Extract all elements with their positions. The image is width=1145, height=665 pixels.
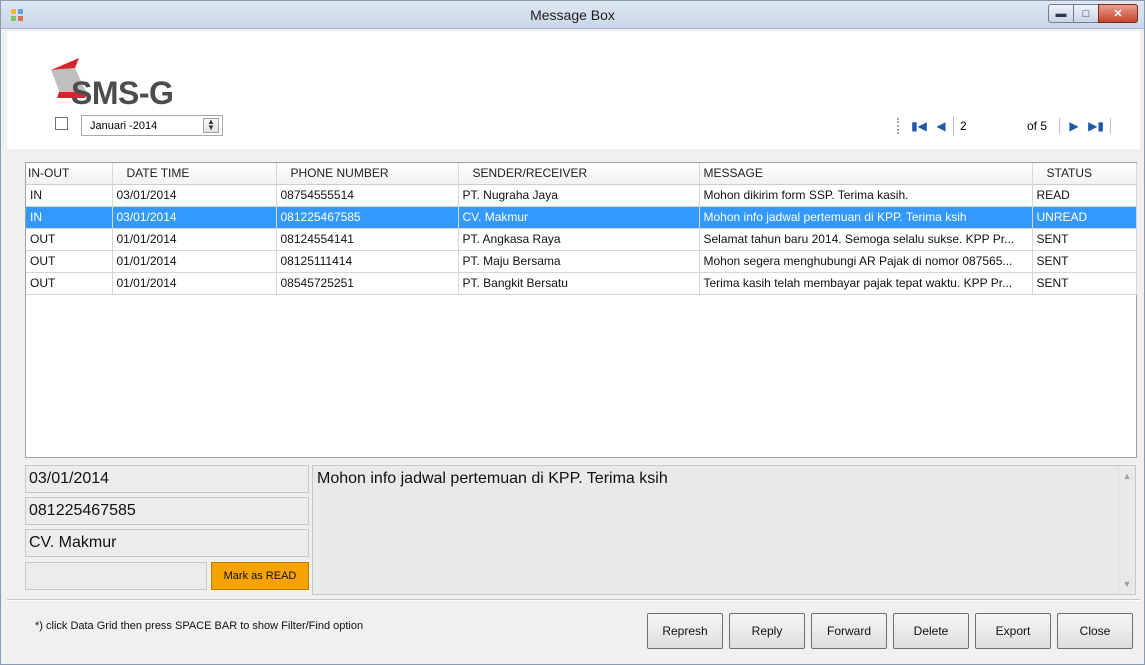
date-filter-checkbox[interactable] bbox=[55, 117, 68, 130]
cell-date-time[interactable]: 01/01/2014 bbox=[112, 250, 277, 273]
detail-panel: 03/01/2014 081225467585 CV. Makmur Mark … bbox=[25, 465, 311, 595]
first-page-icon[interactable]: ▮◀ bbox=[911, 119, 927, 133]
cell-in-out[interactable]: IN bbox=[26, 184, 113, 207]
maximize-button[interactable]: □ bbox=[1073, 4, 1099, 23]
footer-divider bbox=[7, 599, 1140, 600]
delete-button[interactable]: Delete bbox=[893, 613, 969, 649]
hint-text: *) click Data Grid then press SPACE BAR … bbox=[35, 620, 364, 632]
window-title: Message Box bbox=[530, 7, 615, 23]
message-scrollbar[interactable]: ▲ ▼ bbox=[1118, 466, 1135, 594]
last-page-icon[interactable]: ▶▮ bbox=[1088, 119, 1104, 133]
table-row[interactable]: OUT 01/01/2014 08124554141 PT. Angkasa R… bbox=[26, 228, 1137, 251]
cell-phone[interactable]: 08545725251 bbox=[276, 272, 459, 295]
cell-in-out[interactable]: OUT bbox=[26, 250, 113, 273]
minimize-icon: ▬ bbox=[1055, 7, 1067, 20]
cell-sender[interactable]: PT. Angkasa Raya bbox=[458, 228, 700, 251]
pager-separator bbox=[1110, 118, 1112, 134]
detail-empty-field[interactable] bbox=[25, 562, 207, 590]
column-header[interactable]: SENDER/RECEIVER bbox=[458, 163, 700, 185]
spin-updown-icon[interactable]: ▲ ▼ bbox=[203, 118, 219, 133]
cell-message[interactable]: Mohon info jadwal pertemuan di KPP. Teri… bbox=[699, 206, 1033, 229]
detail-phone-field[interactable]: 081225467585 bbox=[25, 497, 309, 525]
cell-sender[interactable]: CV. Makmur bbox=[458, 206, 700, 229]
header-area: SMS-G Januari -2014 ▲▼ ▮◀ ◀ of 5 ▶ ▶▮ bbox=[7, 31, 1140, 149]
refresh-button[interactable]: Represh bbox=[647, 613, 723, 649]
month-year-picker[interactable]: Januari -2014 ▲ ▼ bbox=[81, 115, 223, 136]
cell-in-out[interactable]: OUT bbox=[26, 272, 113, 295]
column-header[interactable]: PHONE NUMBER bbox=[276, 163, 459, 185]
message-text-view[interactable]: Mohon info jadwal pertemuan di KPP. Teri… bbox=[312, 465, 1136, 595]
messages-data-grid[interactable]: IN-OUT DATE TIME PHONE NUMBER SENDER/REC… bbox=[25, 162, 1137, 458]
cell-date-time[interactable]: 01/01/2014 bbox=[112, 272, 277, 295]
table-header-row: IN-OUT DATE TIME PHONE NUMBER SENDER/REC… bbox=[26, 163, 1137, 185]
cell-message[interactable]: Mohon segera menghubungi AR Pajak di nom… bbox=[699, 250, 1033, 273]
close-button[interactable]: Close bbox=[1057, 613, 1133, 649]
cell-status[interactable]: READ bbox=[1032, 184, 1137, 207]
cell-sender[interactable]: PT. Nugraha Jaya bbox=[458, 184, 700, 207]
record-navigator: ▮◀ ◀ of 5 ▶ ▶▮ bbox=[897, 113, 1137, 139]
detail-name-field[interactable]: CV. Makmur bbox=[25, 529, 309, 557]
cell-in-out[interactable]: OUT bbox=[26, 228, 113, 251]
scroll-up-icon[interactable]: ▲ bbox=[1119, 468, 1135, 484]
column-header[interactable]: IN-OUT bbox=[26, 163, 113, 185]
table-row-selected[interactable]: IN 03/01/2014 081225467585 CV. Makmur Mo… bbox=[26, 206, 1137, 229]
title-bar[interactable]: Message Box ▬ □ ✕ bbox=[1, 1, 1144, 29]
cell-sender[interactable]: PT. Bangkit Bersatu bbox=[458, 272, 700, 295]
cell-date-time[interactable]: 03/01/2014 bbox=[112, 206, 277, 229]
page-count-label: of 5 bbox=[1027, 119, 1048, 133]
maximize-icon: □ bbox=[1082, 7, 1090, 20]
column-header[interactable]: MESSAGE bbox=[699, 163, 1033, 185]
cell-status[interactable]: SENT bbox=[1032, 250, 1137, 273]
window-controls: ▬ □ ✕ bbox=[1048, 4, 1138, 23]
message-body: Mohon info jadwal pertemuan di KPP. Teri… bbox=[317, 470, 668, 487]
message-box-window: Message Box ▬ □ ✕ SMS-G Januari -2014 ▲ ▼ bbox=[0, 0, 1145, 665]
column-header[interactable]: STATUS bbox=[1032, 163, 1137, 185]
cell-message[interactable]: Terima kasih telah membayar pajak tepat … bbox=[699, 272, 1033, 295]
close-window-button[interactable]: ✕ bbox=[1098, 4, 1138, 23]
cell-phone[interactable]: 08125111414 bbox=[276, 250, 459, 273]
cell-sender[interactable]: PT. Maju Bersama bbox=[458, 250, 700, 273]
cell-phone[interactable]: 081225467585 bbox=[276, 206, 459, 229]
cell-in-out[interactable]: IN bbox=[26, 206, 113, 229]
cell-status[interactable]: SENT bbox=[1032, 272, 1137, 295]
scroll-down-icon[interactable]: ▼ bbox=[1119, 576, 1135, 592]
table-row[interactable]: OUT 01/01/2014 08125111414 PT. Maju Bers… bbox=[26, 250, 1137, 273]
cell-message[interactable]: Selamat tahun baru 2014. Semoga selalu s… bbox=[699, 228, 1033, 251]
messages-table: IN-OUT DATE TIME PHONE NUMBER SENDER/REC… bbox=[26, 163, 1137, 295]
current-page-input[interactable] bbox=[953, 116, 1023, 136]
reply-button[interactable]: Reply bbox=[729, 613, 805, 649]
toolbar-grip bbox=[897, 118, 903, 134]
column-header[interactable]: DATE TIME bbox=[112, 163, 277, 185]
cell-date-time[interactable]: 01/01/2014 bbox=[112, 228, 277, 251]
next-page-icon[interactable]: ▶ bbox=[1066, 119, 1082, 133]
cell-status[interactable]: UNREAD bbox=[1032, 206, 1137, 229]
pager-separator bbox=[1059, 118, 1061, 134]
previous-page-icon[interactable]: ◀ bbox=[933, 119, 949, 133]
detail-date-field[interactable]: 03/01/2014 bbox=[25, 465, 309, 493]
export-button[interactable]: Export bbox=[975, 613, 1051, 649]
cell-message[interactable]: Mohon dikirim form SSP. Terima kasih. bbox=[699, 184, 1033, 207]
table-row[interactable]: IN 03/01/2014 08754555514 PT. Nugraha Ja… bbox=[26, 184, 1137, 207]
logo-text: SMS-G bbox=[71, 75, 174, 111]
cell-status[interactable]: SENT bbox=[1032, 228, 1137, 251]
cell-date-time[interactable]: 03/01/2014 bbox=[112, 184, 277, 207]
table-row[interactable]: OUT 01/01/2014 08545725251 PT. Bangkit B… bbox=[26, 272, 1137, 295]
cell-phone[interactable]: 08124554141 bbox=[276, 228, 459, 251]
forward-button[interactable]: Forward bbox=[811, 613, 887, 649]
cell-phone[interactable]: 08754555514 bbox=[276, 184, 459, 207]
month-year-value: Januari -2014 bbox=[90, 119, 158, 132]
minimize-button[interactable]: ▬ bbox=[1048, 4, 1074, 23]
mark-as-read-button[interactable]: Mark as READ bbox=[211, 562, 309, 590]
close-icon: ✕ bbox=[1113, 8, 1123, 20]
